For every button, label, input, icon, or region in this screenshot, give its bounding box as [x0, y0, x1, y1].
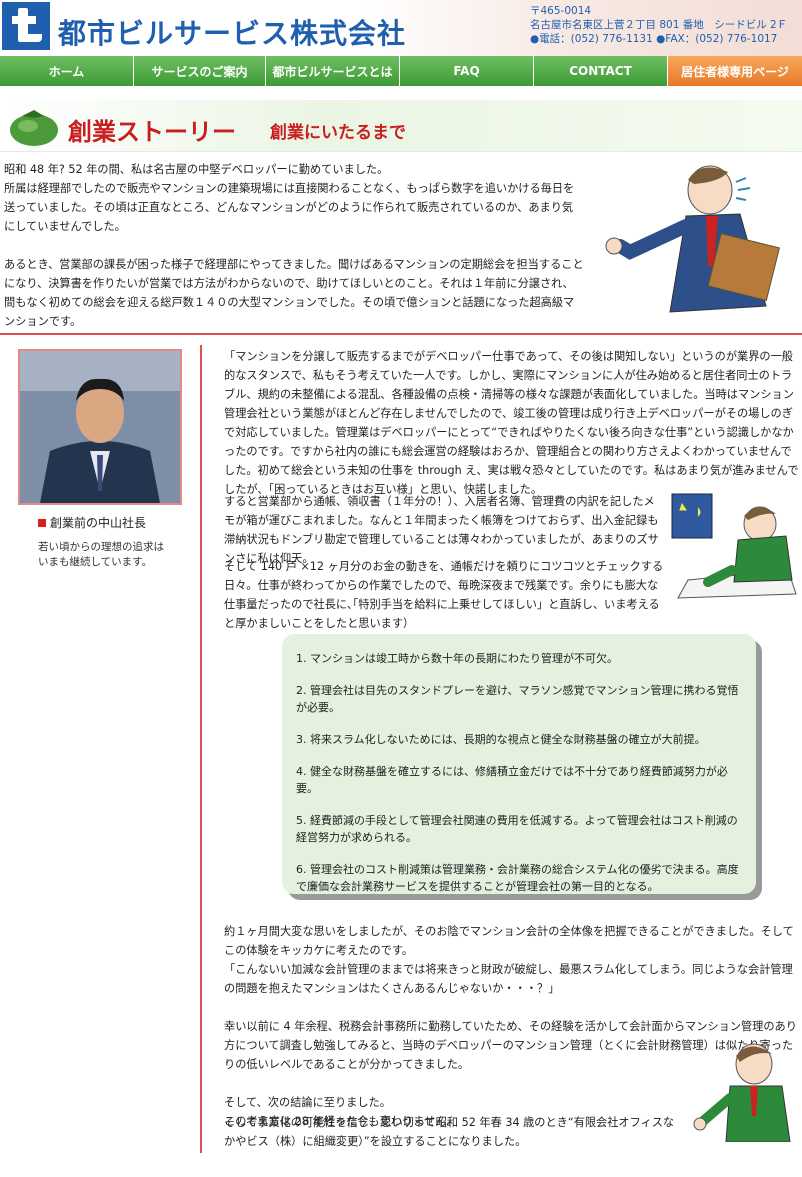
intro-paragraph: 所属は経理部でしたので販売やマンションの建築現場には直接関わることなく、もっぱら…: [4, 182, 575, 233]
company-logo[interactable]: [2, 2, 50, 50]
founder-note: 若い頃からの理想の追求は いまも継続しています。: [38, 540, 164, 570]
nav-services[interactable]: サービスのご案内: [134, 56, 266, 86]
tomato-icon: [10, 110, 58, 146]
story-line: 「こんないい加減な会計管理のままでは将来きっと財政が破綻し、最悪スラム化してしま…: [224, 963, 793, 995]
nav-faq[interactable]: FAQ: [400, 56, 534, 86]
company-name: 都市ビルサービス株式会社: [58, 17, 407, 50]
founder-caption: 創業前の中山社長: [38, 514, 146, 531]
story-paragraph-3: そして 140 戸 ×12 ヶ月分のお金の動きを、通帳だけを頼りにコツコツとチェ…: [224, 560, 664, 630]
intro-paragraph: あるとき、営業部の課長が困った様子で経理部にやってきました。聞けばあるマンション…: [4, 258, 584, 328]
conclusion-item: 4. 健全な財務基盤を確立するには、修繕積立金だけでは不十分であり経費節減努力が…: [296, 765, 728, 795]
page-title-band: 創業ストーリー 創業にいたるまで: [0, 100, 802, 152]
company-address-block: 〒465-0014 名古屋市名東区上菅２丁目 801 番地 シードビル 2Ｆ ●…: [530, 4, 787, 46]
accounting-illustration: [671, 493, 797, 599]
conclusions-box: 1. マンションは竣工時から数十年の長期にわたり管理が不可欠。 2. 管理会社は…: [282, 634, 756, 894]
site-header: 都市ビルサービス株式会社 〒465-0014 名古屋市名東区上菅２丁目 801 …: [0, 0, 802, 56]
story-line: 約１ヶ月間大変な思いをしましたが、そのお陰でマンション会計の全体像を把握できるこ…: [224, 925, 794, 957]
nav-residents[interactable]: 居住者様専用ページ: [668, 56, 802, 86]
phone-fax: ●電話：(052) 776-1131 ●FAX：(052) 776-1017: [530, 33, 778, 45]
founder-note-line: いまも継続しています。: [38, 556, 153, 568]
conclusion-item: 5. 経費節減の手段として管理会社関連の費用を低減する。よって管理会社はコスト削…: [296, 814, 738, 844]
story-paragraph-1: 「マンションを分譲して販売するまでがデベロッパー仕事であって、その後は関知しない…: [224, 350, 799, 496]
conclusion-item: 6. 管理会社のコスト削減策は管理業務・会計業務の総合システム化の優劣で決まる。…: [296, 863, 739, 893]
page-subtitle: 創業にいたるまで: [270, 123, 406, 143]
conclusion-item: 3. 将来スラム化しないためには、長期的な視点と健全な財務基盤の確立が大前提。: [296, 733, 706, 746]
street-address: 名古屋市名東区上菅２丁目 801 番地 シードビル 2Ｆ: [530, 19, 788, 31]
page-title: 創業ストーリー: [68, 118, 236, 146]
nav-home[interactable]: ホーム: [0, 56, 134, 86]
global-nav: ホーム サービスのご案内 都市ビルサービスとは FAQ CONTACT 居住者様…: [0, 56, 802, 86]
nav-contact[interactable]: CONTACT: [534, 56, 668, 86]
founder-portrait-image: [20, 351, 180, 503]
founder-note-line: 若い頃からの理想の追求は: [38, 541, 164, 553]
section-divider: [0, 333, 802, 335]
nav-about[interactable]: 都市ビルサービスとは: [266, 56, 400, 86]
intro-paragraph: 昭和 48 年? 52 年の間、私は名古屋の中堅デベロッパーに勤めていました。: [4, 163, 389, 176]
businessman-illustration: [605, 165, 781, 313]
intro-text: 昭和 48 年? 52 年の間、私は名古屋の中堅デベロッパーに勤めていました。 …: [4, 160, 584, 331]
column-divider: [200, 345, 202, 1153]
conclusion-item: 1. マンションは竣工時から数十年の長期にわたり管理が不可欠。: [296, 652, 618, 665]
founder-caption-text: 創業前の中山社長: [50, 516, 147, 530]
founder-photo: [18, 349, 182, 505]
story-paragraph-5: そして事業化の可能性を信じ、思い切って昭和 52 年春 34 歳のとき“有限会社…: [224, 1116, 675, 1148]
presenter-illustration: [693, 1043, 791, 1142]
postal-code: 〒465-0014: [530, 5, 592, 17]
conclusion-item: 2. 管理会社は目先のスタンドプレーを避け、マラソン感覚でマンション管理に携わる…: [296, 684, 739, 714]
